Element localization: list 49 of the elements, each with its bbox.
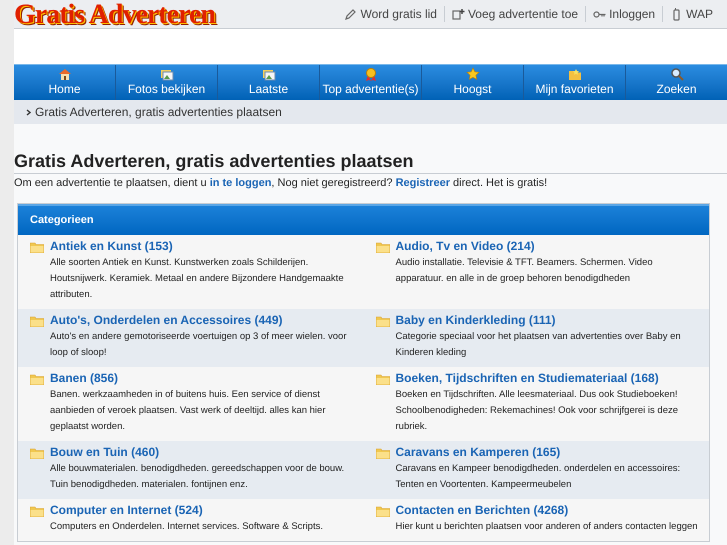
folder-icon [376,448,390,458]
category-link[interactable]: Computer en Internet (524) [50,502,323,518]
category-link[interactable]: Contacten en Berichten (4268) [396,502,698,518]
star-icon [466,67,480,81]
folder-icon [30,316,44,326]
search-icon [670,67,684,81]
page-heading: Gratis Adverteren, gratis advertenties plaatsen [14,150,727,174]
category-description: Audio installatie. Televisie & TFT. Beamers. Schermen. Video apparatuur. en alle in de groep behoren benodigdheden [396,256,654,286]
category-link[interactable]: Banen (856) [50,370,356,386]
site-logo[interactable]: Gratis Adverteren [14,0,215,28]
category-description: Categorie speciaal voor het plaatsen van advertenties over Baby en Kinderen kleding [396,330,682,360]
category-description: Alle bouwmaterialen. benodigdheden. gereedschappen voor de bouw. Tuin benodigdheden. materialen. fontijnen enz. [50,462,346,492]
folder-icon [376,242,390,252]
folder-icon [376,316,390,326]
chevron-icon [26,108,31,116]
top-link[interactable]: Word gratis lid [342,5,439,23]
category-link[interactable]: Caravans en Kamperen (165) [396,444,701,460]
nav-tab[interactable]: Home [14,65,115,100]
category-description: Auto's en andere gemotoriseerde voertuigen op 3 of meer wielen. voor loop of sloop! [50,330,348,360]
folder-icon [30,242,44,252]
top-link[interactable]: Inloggen [591,5,658,23]
category-description: Alle soorten Antiek en Kunst. Kunstwerken zoals Schilderijen. Houtsnijwerk. Keramiek. Metaal en andere Bijzondere Handgemaakte attributen. [50,256,345,302]
folder-icon [30,506,44,516]
panel-title: Categorieen [30,212,94,228]
top-link[interactable]: WAP [668,5,715,23]
folder-icon [376,506,390,516]
add-icon [452,8,465,20]
category-description: Caravans en Kampeer benodigdheden. onderdelen en accessoires: Tenten en Voortenten. Kampeermeubelen [396,462,682,492]
category-link[interactable]: Baby en Kinderkleding (111) [396,312,701,328]
category-description: Computers en Onderdelen. Internet services. Software & Scripts. [50,520,323,534]
badge-icon [364,67,378,81]
category-description: Banen. werkzaamheden in of buitens huis. Een service of dienst aanbieden of veroek plaatsen. Vast werk of deeltijd. alles kan hier geplaatst worden. [50,388,326,434]
category-link[interactable]: Antiek en Kunst (153) [50,238,356,254]
category-link[interactable]: Audio, Tv en Video (214) [396,238,701,254]
photo-icon [262,67,276,81]
folder-icon [376,374,390,384]
folder-icon [568,67,582,81]
category-link[interactable]: Bouw en Tuin (460) [50,444,356,460]
category-description: Boeken en Tijdschriften. Alle leesmateriaal. Dus ook Studieboeken! Schoolbenodigheden: Rekemachines! Ook voor schrijfgerei is deze rubriek. [396,388,680,434]
intro-text: Om een advertentie te plaatsen, dient u in te loggen, Nog niet geregistreerd? Registreer direct. Het is gratis! [14,176,548,191]
category-link[interactable]: Auto's, Onderdelen en Accessoires (449) [50,312,356,328]
category-link[interactable]: Boeken, Tijdschriften en Studiemateriaal (168) [396,370,701,386]
folder-icon [30,448,44,458]
photo-icon [160,67,174,81]
folder-icon [30,374,44,384]
top-link[interactable]: Voeg advertentie toe [450,5,580,23]
home-icon [58,67,72,81]
category-description: Hier kunt u berichten plaatsen voor anderen of anders contacten leggen [396,520,698,534]
pencil-icon [344,8,358,20]
